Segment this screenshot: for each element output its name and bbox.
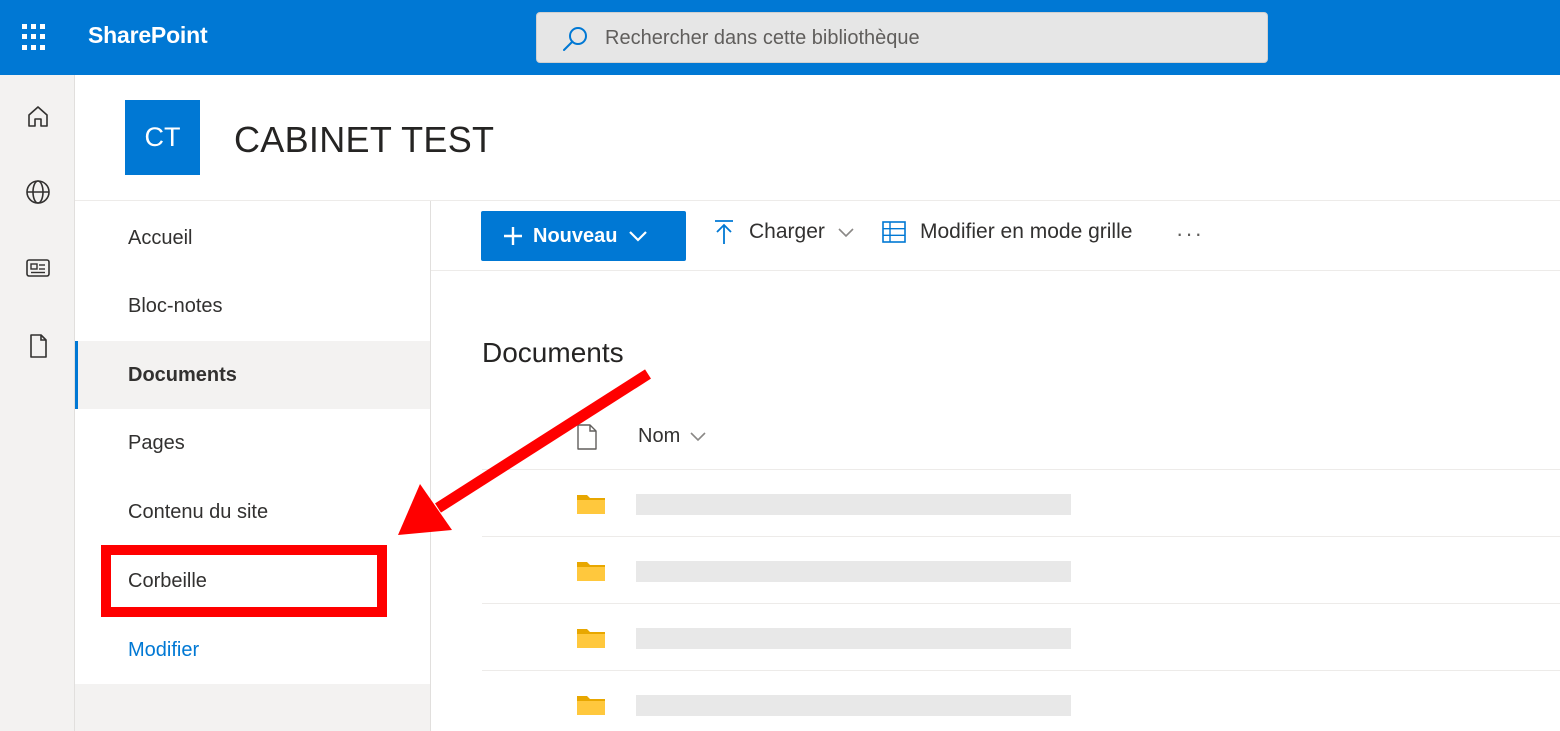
more-options-icon[interactable]: ··· — [1176, 221, 1204, 247]
home-icon[interactable] — [23, 101, 53, 131]
grid-edit-button[interactable]: Modifier en mode grille — [881, 219, 1132, 245]
nav-edit-link[interactable]: Modifier — [75, 616, 430, 684]
chevron-down-icon — [838, 227, 854, 237]
suite-header: SharePoint — [0, 0, 1560, 75]
table-row[interactable] — [482, 470, 1560, 537]
nav-item-corbeille[interactable]: Corbeille — [75, 547, 430, 615]
column-header-row: Nom — [482, 405, 1560, 470]
library-title: Documents — [482, 337, 624, 368]
table-row[interactable] — [482, 671, 1560, 731]
chevron-down-icon — [629, 231, 648, 242]
table-row[interactable] — [482, 604, 1560, 671]
search-icon — [563, 27, 587, 51]
table-row[interactable] — [482, 537, 1560, 604]
app-launcher-icon[interactable] — [22, 24, 50, 52]
globe-icon[interactable] — [23, 177, 53, 207]
folder-icon — [577, 629, 605, 648]
document-icon[interactable] — [23, 331, 53, 361]
search-input[interactable] — [605, 21, 1245, 55]
file-type-icon[interactable] — [576, 423, 598, 451]
nav-item-documents[interactable]: Documents — [75, 341, 430, 409]
search-box[interactable] — [536, 12, 1268, 63]
app-bar — [0, 75, 75, 731]
column-name-label: Nom — [638, 425, 681, 447]
chevron-down-icon — [690, 432, 706, 442]
site-header: CT CABINET TEST — [75, 75, 1560, 201]
app-name[interactable]: SharePoint — [88, 22, 208, 49]
nav-item-accueil[interactable]: Accueil — [75, 204, 430, 272]
row-name-placeholder — [636, 628, 1071, 649]
row-name-placeholder — [636, 695, 1071, 716]
new-button-label: Nouveau — [533, 224, 618, 247]
upload-icon — [715, 220, 733, 244]
plus-icon — [504, 227, 522, 245]
grid-icon — [882, 221, 906, 243]
nav-item-bloc-notes[interactable]: Bloc-notes — [75, 272, 430, 340]
grid-edit-label: Modifier en mode grille — [920, 220, 1133, 243]
nav-item-contenu-du-site[interactable]: Contenu du site — [75, 478, 430, 546]
command-bar: Nouveau Charger Modifier en mode grille … — [431, 201, 1560, 271]
folder-icon — [577, 562, 605, 581]
row-name-placeholder — [636, 494, 1071, 515]
left-navigation: Accueil Bloc-notes Documents Pages Conte… — [75, 201, 431, 731]
new-button[interactable]: Nouveau — [481, 211, 686, 261]
column-header-name[interactable]: Nom — [638, 425, 707, 448]
folder-icon — [577, 696, 605, 715]
nav-list: Accueil Bloc-notes Documents Pages Conte… — [75, 201, 430, 684]
site-title[interactable]: CABINET TEST — [234, 119, 494, 161]
folder-icon — [577, 495, 605, 514]
upload-button[interactable]: Charger — [713, 219, 855, 245]
nav-item-pages[interactable]: Pages — [75, 409, 430, 477]
row-name-placeholder — [636, 561, 1071, 582]
upload-label: Charger — [749, 220, 825, 243]
site-logo[interactable]: CT — [125, 100, 200, 175]
news-icon[interactable] — [23, 253, 53, 283]
